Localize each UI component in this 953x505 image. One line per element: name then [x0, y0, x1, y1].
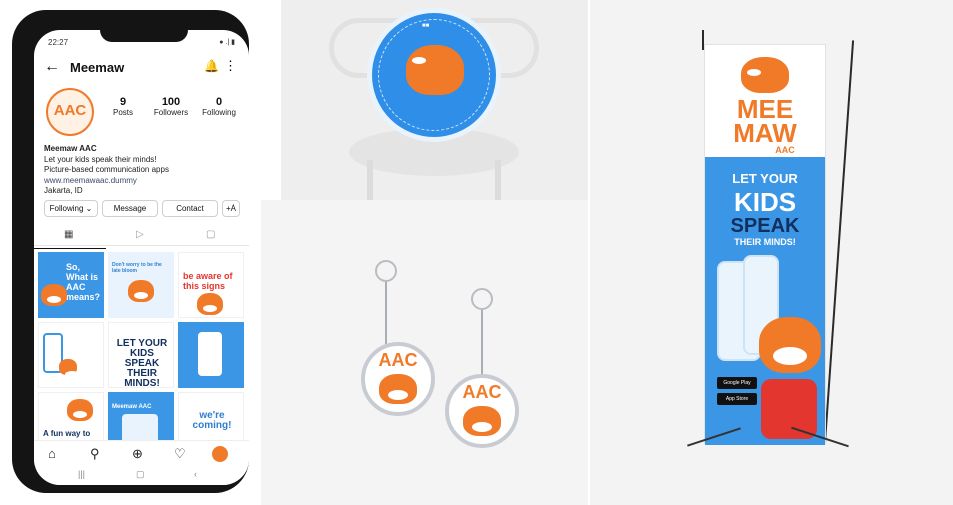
profile-avatar-icon[interactable]: [212, 446, 228, 462]
more-options-icon[interactable]: ⋮: [224, 58, 237, 74]
following-button[interactable]: Following ⌄: [44, 200, 98, 217]
keychain-mockup-photo: AAC AAC: [261, 200, 588, 505]
instagram-profile-screen: 22:27 ● .| ▮ ← Meemaw 🔔 ⋮ AAC 9 Posts 10…: [34, 30, 249, 485]
x-banner: MEE MAW AAC LET YOUR KIDS SPEAK THEIR MI…: [704, 44, 826, 445]
cat-mascot-icon: [67, 399, 93, 421]
banner-tagline-2: KIDS: [733, 187, 797, 217]
phone-notch: [100, 22, 188, 42]
phone-mockup: 22:27 ● .| ▮ ← Meemaw 🔔 ⋮ AAC 9 Posts 10…: [12, 10, 249, 493]
search-icon[interactable]: ⚲: [90, 446, 100, 462]
round-pillow: ■■: [367, 8, 501, 142]
post-tile[interactable]: So, What is AAC means?: [38, 252, 104, 318]
pillow-logo-icon: ■■: [422, 23, 430, 29]
recent-apps-icon[interactable]: |||: [78, 469, 85, 479]
post-tile-title: we're coming!: [192, 410, 232, 431]
banner-tagline-1: LET YOUR: [732, 171, 798, 186]
stat-following-count: 0: [215, 96, 223, 108]
post-tile[interactable]: [38, 322, 104, 388]
cat-mascot-icon: [741, 57, 789, 93]
system-back-icon[interactable]: ‹: [194, 469, 197, 479]
profile-tabs: ▦ ▷ ▢: [34, 226, 249, 246]
post-tile-title: So, What is AAC means?: [66, 262, 101, 302]
cat-mascot-icon: [59, 359, 79, 378]
add-post-icon[interactable]: ⊕: [132, 446, 143, 462]
app-store-badge: App Store: [717, 393, 757, 405]
profile-username: Meemaw: [70, 60, 125, 75]
profile-avatar[interactable]: AAC: [46, 88, 94, 136]
key-chain: [385, 282, 387, 344]
cat-mascot-icon: [406, 45, 464, 95]
keychain-left-text: AAC: [378, 350, 418, 370]
bell-icon[interactable]: 🔔: [204, 59, 219, 73]
banner-tagline-4: THEIR MINDS!: [734, 237, 796, 247]
cat-mascot-icon: [128, 280, 154, 302]
key-chain: [481, 310, 483, 374]
stat-following[interactable]: 0 Following: [194, 96, 244, 117]
post-tile[interactable]: [178, 322, 244, 388]
home-icon[interactable]: ⌂: [48, 446, 56, 461]
pillow-mockup-photo: ■■: [281, 0, 588, 200]
bio-line-2: Picture-based communication apps: [44, 165, 169, 174]
bottom-navigation: ⌂ ⚲ ⊕ ♡: [34, 440, 249, 466]
post-tile[interactable]: be aware of this signs: [178, 252, 244, 318]
reels-tab-icon[interactable]: ▷: [136, 229, 144, 240]
back-arrow-icon[interactable]: ←: [44, 58, 60, 76]
bio-link[interactable]: www.meemawaac.dummy: [44, 176, 169, 187]
profile-topbar: ← Meemaw 🔔 ⋮: [34, 56, 249, 80]
banner-robot-illustration: [761, 379, 817, 439]
grid-tab-icon[interactable]: ▦: [64, 229, 73, 240]
cat-mascot-icon: [41, 284, 67, 306]
google-play-badge: Google Play: [717, 377, 757, 389]
banner-tagline-3: SPEAK: [730, 215, 800, 237]
stat-posts-label: Posts: [112, 108, 133, 117]
stat-posts-count: 9: [119, 96, 127, 108]
tagged-tab-icon[interactable]: ▢: [206, 229, 215, 240]
post-tile-title: be aware of this signs: [183, 271, 233, 291]
post-tile[interactable]: Don't worry to be the late bloom: [108, 252, 174, 318]
post-tile-title: Don't worry to be the late bloom: [112, 262, 162, 274]
banner-cat-mascot: [759, 317, 821, 373]
heart-icon[interactable]: ♡: [174, 446, 186, 462]
cat-mascot-icon: [379, 374, 417, 404]
stat-followers[interactable]: 100 Followers: [146, 96, 196, 117]
post-tile-title: Meemaw AAC: [112, 404, 152, 410]
cat-mascot-icon: [463, 406, 501, 436]
phone-illustration: [198, 332, 222, 376]
add-friend-button[interactable]: +Ȧ: [222, 200, 240, 217]
message-button[interactable]: Message: [102, 200, 158, 217]
bio-name: Meemaw AAC: [44, 144, 97, 153]
active-tab-indicator: [34, 248, 106, 249]
mockup-collage: 22:27 ● .| ▮ ← Meemaw 🔔 ⋮ AAC 9 Posts 10…: [0, 0, 953, 505]
keychain-right: AAC: [445, 374, 519, 448]
contact-button[interactable]: Contact: [162, 200, 218, 217]
banner-logo-line-2: MAW: [733, 118, 797, 148]
chair-leg: [495, 160, 501, 200]
banner-logo-sub: AAC: [775, 145, 795, 155]
chair-leg: [367, 160, 373, 200]
keychain-left: AAC: [361, 342, 435, 416]
home-button-icon[interactable]: ▢: [136, 469, 145, 480]
banner-pole: [823, 40, 855, 444]
stat-posts[interactable]: 9 Posts: [98, 96, 148, 117]
cat-mascot-icon: [197, 293, 223, 315]
key-ring: [471, 288, 493, 310]
status-icons: ● .| ▮: [219, 39, 235, 46]
keychain-right-text: AAC: [462, 382, 502, 402]
key-ring: [375, 260, 397, 282]
profile-bio: Meemaw AAC Let your kids speak their min…: [44, 144, 169, 197]
post-tile-title: LET YOUR KIDS SPEAK THEIR MINDS!: [116, 338, 168, 388]
bio-location: Jakarta, ID: [44, 186, 83, 195]
avatar-logo-text: AAC: [53, 102, 87, 119]
post-tile[interactable]: LET YOUR KIDS SPEAK THEIR MINDS!: [108, 322, 174, 388]
stat-followers-count: 100: [161, 96, 181, 108]
stat-following-label: Following: [202, 108, 236, 117]
bio-line-1: Let your kids speak their minds!: [44, 154, 157, 164]
system-navigation: ||| ▢ ‹: [34, 467, 249, 485]
x-banner-mockup-photo: MEE MAW AAC LET YOUR KIDS SPEAK THEIR MI…: [590, 0, 953, 505]
stat-followers-label: Followers: [153, 108, 189, 117]
status-time: 22:27: [48, 38, 69, 47]
